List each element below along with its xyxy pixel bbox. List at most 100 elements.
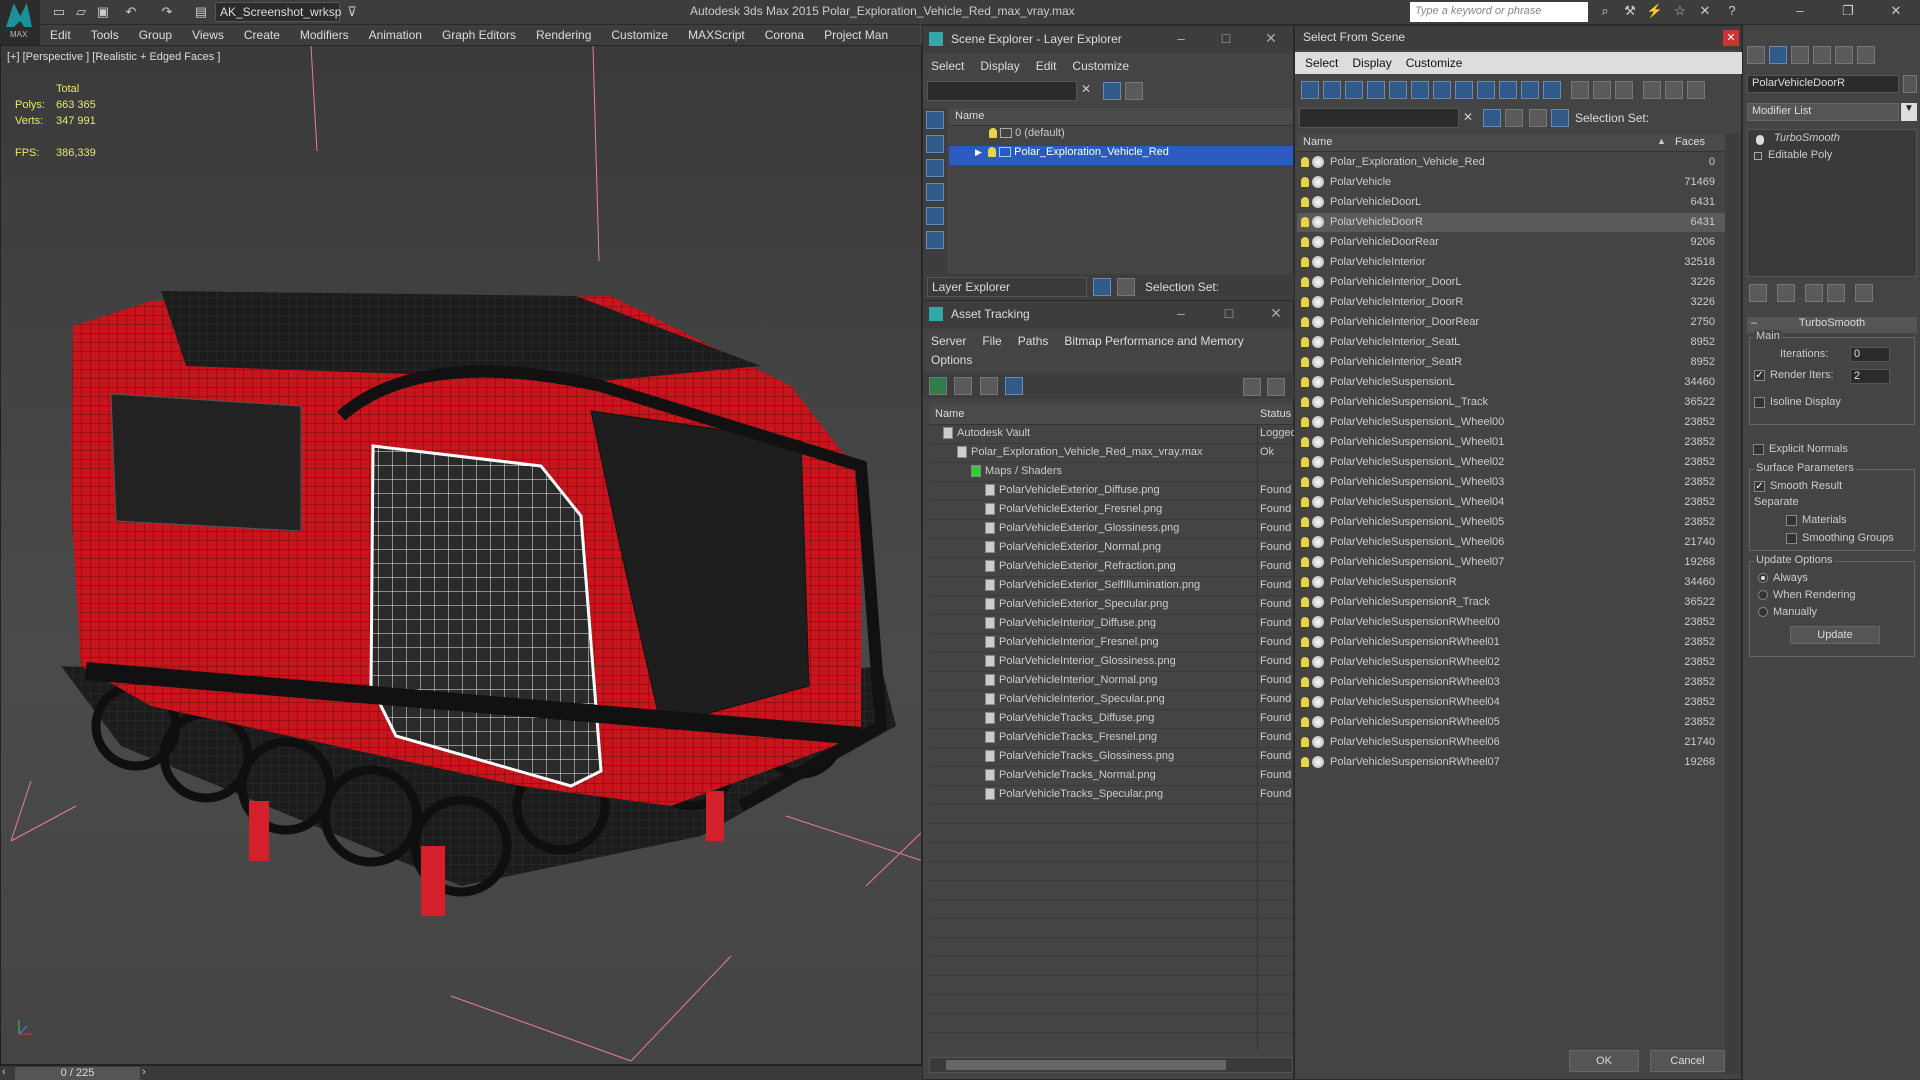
update-button[interactable]: Update [1790, 626, 1880, 644]
at-menu-server[interactable]: Server [923, 331, 974, 351]
asset-row[interactable]: PolarVehicleExterior_Glossiness.png Found [929, 520, 1293, 539]
at-image-icon[interactable] [979, 377, 998, 395]
visibility-bulb-icon[interactable] [1301, 717, 1309, 728]
asset-tracking-maximize-icon[interactable]: □ [1221, 305, 1237, 321]
object-name-field[interactable]: PolarVehicleDoorR [1747, 75, 1899, 93]
scene-object-row[interactable]: PolarVehicleSuspensionL_Wheel06 21740 [1297, 533, 1725, 552]
se-filter-icon[interactable] [1103, 82, 1121, 100]
display-tab-icon[interactable] [1835, 46, 1853, 64]
se-menu-customize[interactable]: Customize [1064, 56, 1137, 76]
se-search-field[interactable] [927, 81, 1077, 101]
scene-object-row[interactable]: PolarVehicleDoorR 6431 [1297, 213, 1725, 232]
menu-views[interactable]: Views [182, 25, 234, 45]
visibility-bulb-icon[interactable] [1301, 197, 1309, 208]
sort-ascending-icon[interactable]: ▲ [1657, 136, 1666, 146]
visibility-bulb-icon[interactable] [1301, 257, 1309, 268]
at-settings-icon[interactable] [1267, 378, 1285, 396]
menu-graph-editors[interactable]: Graph Editors [432, 25, 526, 45]
filter-xrefs-icon[interactable] [1455, 81, 1473, 99]
scene-object-row[interactable]: PolarVehicleInterior_DoorRear 2750 [1297, 313, 1725, 332]
menu-project-manager[interactable]: Project Man [814, 25, 898, 45]
scene-object-row[interactable]: PolarVehicleSuspensionL_Wheel01 23852 [1297, 433, 1725, 452]
iterations-spinner[interactable]: 0 [1850, 347, 1890, 362]
asset-row[interactable]: PolarVehicleTracks_Fresnel.png Found [929, 729, 1293, 748]
menu-corona[interactable]: Corona [755, 25, 814, 45]
scene-explorer-maximize-icon[interactable]: □ [1218, 30, 1234, 46]
sfs-select-dependents-icon[interactable] [1505, 109, 1523, 127]
scene-explorer-close-icon[interactable]: ✕ [1263, 30, 1279, 47]
filter-containers-icon[interactable] [1499, 81, 1517, 99]
sfs-columns-icon[interactable] [1687, 81, 1705, 99]
help-icon[interactable]: ? [1722, 3, 1742, 21]
time-slider-thumb[interactable]: 0 / 225 [15, 1067, 140, 1080]
se-col-name[interactable]: Name [949, 108, 1293, 126]
filter-helpers-icon[interactable] [1389, 81, 1407, 99]
project-folder-icon[interactable]: ▤ [192, 3, 210, 21]
at-menu-paths[interactable]: Paths [1010, 331, 1057, 351]
asset-row[interactable]: PolarVehicleExterior_Specular.png Found [929, 596, 1293, 615]
scene-object-row[interactable]: PolarVehicleSuspensionL_Wheel02 23852 [1297, 453, 1725, 472]
visibility-bulb-icon[interactable] [1301, 477, 1309, 488]
asset-row[interactable]: PolarVehicleExterior_Normal.png Found [929, 539, 1293, 558]
search-input[interactable]: Type a keyword or phrase [1410, 2, 1588, 22]
sfs-vertical-scrollbar[interactable] [1725, 134, 1741, 1074]
object-color-swatch[interactable] [1903, 75, 1917, 93]
sfs-close-icon[interactable]: ✕ [1723, 30, 1739, 46]
at-refresh-icon[interactable] [929, 377, 947, 395]
visibility-bulb-icon[interactable] [1301, 237, 1309, 248]
asset-row[interactable]: PolarVehicleTracks_Glossiness.png Found [929, 748, 1293, 767]
sfs-menu-customize[interactable]: Customize [1396, 52, 1473, 74]
layer-row[interactable]: 0 (default) [949, 127, 1293, 146]
visibility-bulb-icon[interactable] [1301, 737, 1309, 748]
sfs-col-faces[interactable]: Faces [1669, 134, 1725, 152]
scene-object-row[interactable]: PolarVehicleDoorL 6431 [1297, 193, 1725, 212]
visibility-bulb-icon[interactable] [1301, 497, 1309, 508]
asset-row[interactable]: PolarVehicleTracks_Specular.png Found [929, 786, 1293, 805]
se-hierarchy-icon[interactable] [1117, 278, 1135, 296]
visibility-bulb-icon[interactable] [1301, 297, 1309, 308]
visibility-bulb-icon[interactable] [1301, 337, 1309, 348]
scene-object-row[interactable]: PolarVehicleSuspensionL_Track 36522 [1297, 393, 1725, 412]
workspace-dropdown[interactable]: AK_Screenshot_wrksp [215, 2, 341, 22]
scene-object-row[interactable]: PolarVehicleInterior_DoorL 3226 [1297, 273, 1725, 292]
sfs-find-case-icon[interactable] [1483, 109, 1501, 127]
new-file-icon[interactable]: ▭ [50, 3, 68, 21]
visibility-bulb-icon[interactable] [1301, 377, 1309, 388]
scene-object-row-layer[interactable]: Polar_Exploration_Vehicle_Red 0 [1297, 153, 1725, 172]
display-none-icon[interactable] [1593, 81, 1611, 99]
isoline-display-checkbox[interactable]: Isoline Display [1754, 396, 1841, 408]
asset-tracking-close-icon[interactable]: ✕ [1268, 305, 1284, 322]
visibility-bulb-icon[interactable] [1301, 597, 1309, 608]
asset-row[interactable]: PolarVehicleTracks_Diffuse.png Found [929, 710, 1293, 729]
visibility-bulb-icon[interactable] [1301, 457, 1309, 468]
filter-lights-icon[interactable] [1345, 81, 1363, 99]
scene-object-row[interactable]: PolarVehicleSuspensionRWheel03 23852 [1297, 673, 1725, 692]
scene-object-row[interactable]: PolarVehicleSuspensionR 34460 [1297, 573, 1725, 592]
scene-object-row[interactable]: PolarVehicleSuspensionL_Wheel07 19268 [1297, 553, 1725, 572]
scene-object-row[interactable]: PolarVehicleSuspensionRWheel05 23852 [1297, 713, 1725, 732]
create-tab-icon[interactable] [1747, 46, 1765, 64]
timeline-next-icon[interactable]: › [142, 1066, 146, 1078]
visibility-bulb-icon[interactable] [1301, 177, 1309, 188]
at-table-icon[interactable] [1005, 377, 1024, 395]
filter-hidden-icon[interactable] [1543, 81, 1561, 99]
visibility-bulb-icon[interactable] [1301, 417, 1309, 428]
visibility-bulb-icon[interactable] [1301, 637, 1309, 648]
expand-arrow-icon[interactable]: ▶ [975, 147, 982, 157]
modifier-list-dropdown[interactable]: Modifier List [1747, 103, 1899, 121]
modifier-list-arrow-icon[interactable]: ▼ [1901, 103, 1917, 121]
menu-animation[interactable]: Animation [359, 25, 432, 45]
sfs-menu-select[interactable]: Select [1295, 52, 1348, 74]
se-display-shapes-icon[interactable] [926, 135, 944, 153]
filter-groups-icon[interactable] [1433, 81, 1451, 99]
visibility-bulb-icon[interactable] [1301, 677, 1309, 688]
filter-spacewarps-icon[interactable] [1411, 81, 1429, 99]
scene-object-row[interactable]: PolarVehicleInterior_SeatL 8952 [1297, 333, 1725, 352]
scene-object-row[interactable]: PolarVehicleSuspensionRWheel04 23852 [1297, 693, 1725, 712]
se-menu-select[interactable]: Select [923, 56, 972, 76]
scene-object-row[interactable]: PolarVehicleSuspensionRWheel00 23852 [1297, 613, 1725, 632]
at-list-icon[interactable] [954, 377, 973, 395]
at-col-name[interactable]: Name [929, 405, 1257, 425]
at-horizontal-scrollbar[interactable] [929, 1057, 1293, 1073]
se-display-geometry-icon[interactable] [926, 111, 944, 129]
